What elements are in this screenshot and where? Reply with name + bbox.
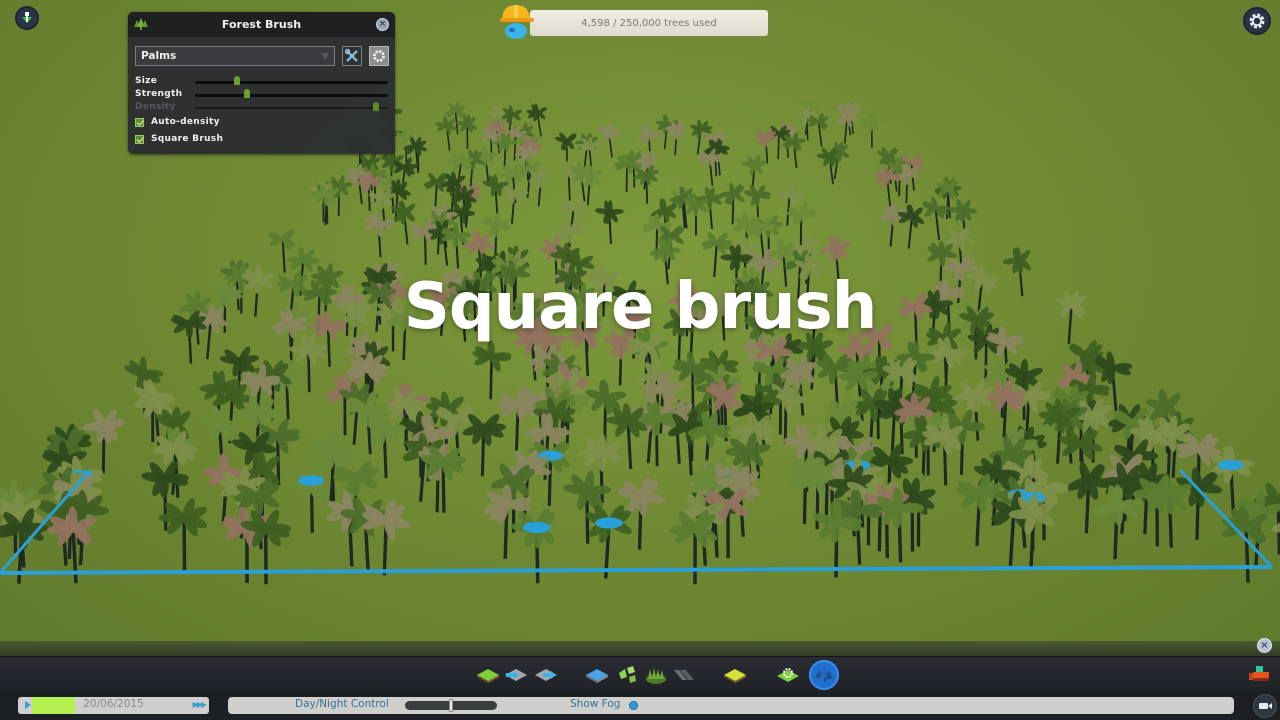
auto-density-label: Auto-density xyxy=(151,117,220,127)
palm-tree xyxy=(435,116,458,151)
forest-icon xyxy=(134,18,148,30)
panel-title: Forest Brush xyxy=(221,18,302,31)
auto-density-option[interactable]: Auto-density xyxy=(135,116,220,128)
size-slider-row: Size xyxy=(135,76,391,88)
wrench-screwdriver-icon xyxy=(345,49,358,62)
date-progress-box: 20/06/2015 ▶▶▶ xyxy=(18,697,209,714)
palm-tree xyxy=(528,165,552,207)
close-icon[interactable]: × xyxy=(376,18,389,31)
camera-icon xyxy=(1259,703,1272,709)
free-camera-button[interactable] xyxy=(1253,694,1277,718)
palm-tree xyxy=(1066,461,1113,534)
tree-set-selected: Palms xyxy=(141,50,177,62)
palm-tree xyxy=(47,506,97,584)
density-slider-row: Density xyxy=(135,102,391,114)
palm-tree xyxy=(786,202,816,247)
speed-icon[interactable]: ▶▶▶ xyxy=(193,700,208,709)
density-label: Density xyxy=(135,102,176,112)
palm-tree xyxy=(364,212,394,258)
tree-counter: 4,598 / 250,000 trees used xyxy=(530,10,768,36)
palm-tree xyxy=(455,114,477,150)
palm-tree xyxy=(922,196,950,240)
rocks-icon[interactable] xyxy=(615,665,639,685)
size-slider[interactable] xyxy=(195,76,388,85)
bulldozer-icon[interactable] xyxy=(1249,664,1271,682)
forest-brush-panel: Forest Brush × Palms Size Strength Densi… xyxy=(128,12,395,154)
game-date: 20/06/2015 xyxy=(83,698,144,710)
palm-tree xyxy=(585,504,632,579)
palm-tree xyxy=(82,408,126,474)
palm-tree xyxy=(410,219,441,265)
gear-icon xyxy=(373,50,385,62)
daynight-slider[interactable] xyxy=(405,699,497,712)
daynight-bar: Day/Night Control Show Fog xyxy=(228,697,1234,714)
overlay-caption: Square brush xyxy=(403,270,878,344)
grass-bush-icon[interactable] xyxy=(644,665,668,685)
palm-tree xyxy=(614,153,639,193)
gear-terrain-icon[interactable] xyxy=(776,665,800,685)
palm-tree xyxy=(472,340,512,400)
forest-brush-tool-button[interactable] xyxy=(809,660,839,690)
yellow-terrain-icon[interactable] xyxy=(723,665,747,685)
chirper-hardhat-icon[interactable] xyxy=(497,1,537,41)
palm-tree xyxy=(158,498,208,573)
auto-density-checkbox[interactable] xyxy=(135,117,144,127)
landscaping-toolbar xyxy=(0,656,1280,692)
shift-terrain-right-icon[interactable] xyxy=(534,665,558,685)
palm-tree xyxy=(1221,506,1268,583)
daynight-label: Day/Night Control xyxy=(295,698,389,710)
size-slider-thumb[interactable] xyxy=(234,76,241,85)
tool-strip-tab xyxy=(0,641,1280,656)
daynight-slider-thumb[interactable] xyxy=(449,699,453,712)
density-slider-thumb xyxy=(373,102,380,111)
square-brush-option[interactable]: Square Brush xyxy=(135,133,223,145)
square-brush-label: Square Brush xyxy=(151,134,224,144)
brush-tools-button[interactable] xyxy=(342,46,362,66)
palm-tree xyxy=(288,463,330,533)
show-fog-toggle[interactable] xyxy=(629,701,638,710)
strength-slider[interactable] xyxy=(195,89,388,98)
strength-slider-thumb[interactable] xyxy=(244,89,251,98)
water-tile-icon[interactable] xyxy=(585,665,609,685)
palm-tree xyxy=(594,200,624,245)
info-arrow-icon xyxy=(22,12,32,23)
road-icon[interactable] xyxy=(672,665,696,685)
palm-tree xyxy=(669,509,718,585)
gear-icon xyxy=(1249,13,1265,29)
shift-terrain-left-icon[interactable] xyxy=(504,665,528,685)
show-fog-label: Show Fog xyxy=(570,698,621,710)
close-icon[interactable]: × xyxy=(1257,638,1272,653)
palm-tree xyxy=(879,202,908,247)
palm-tree xyxy=(391,200,416,245)
palm-tree xyxy=(861,113,883,149)
forest-brush-icon xyxy=(815,667,833,682)
tree-set-dropdown[interactable]: Palms xyxy=(135,46,335,66)
panel-header[interactable]: Forest Brush × xyxy=(128,12,395,37)
level-terrain-icon[interactable] xyxy=(476,665,500,685)
brush-options-button[interactable] xyxy=(369,46,389,66)
palm-tree xyxy=(807,113,829,147)
density-slider xyxy=(195,102,388,111)
strength-slider-row: Strength xyxy=(135,89,391,101)
palm-tree xyxy=(598,122,621,158)
strength-label: Strength xyxy=(135,89,183,99)
palm-tree xyxy=(719,182,745,225)
info-views-button[interactable] xyxy=(15,6,39,30)
palm-tree xyxy=(221,506,270,583)
game-settings-button[interactable] xyxy=(1243,7,1271,35)
chevron-down-icon xyxy=(321,53,329,60)
size-label: Size xyxy=(135,76,158,86)
square-brush-checkbox[interactable] xyxy=(135,134,144,144)
tree-counter-text: 4,598 / 250,000 trees used xyxy=(581,17,717,29)
palm-tree xyxy=(482,174,509,216)
palm-tree xyxy=(511,508,556,584)
palm-tree xyxy=(782,131,806,169)
